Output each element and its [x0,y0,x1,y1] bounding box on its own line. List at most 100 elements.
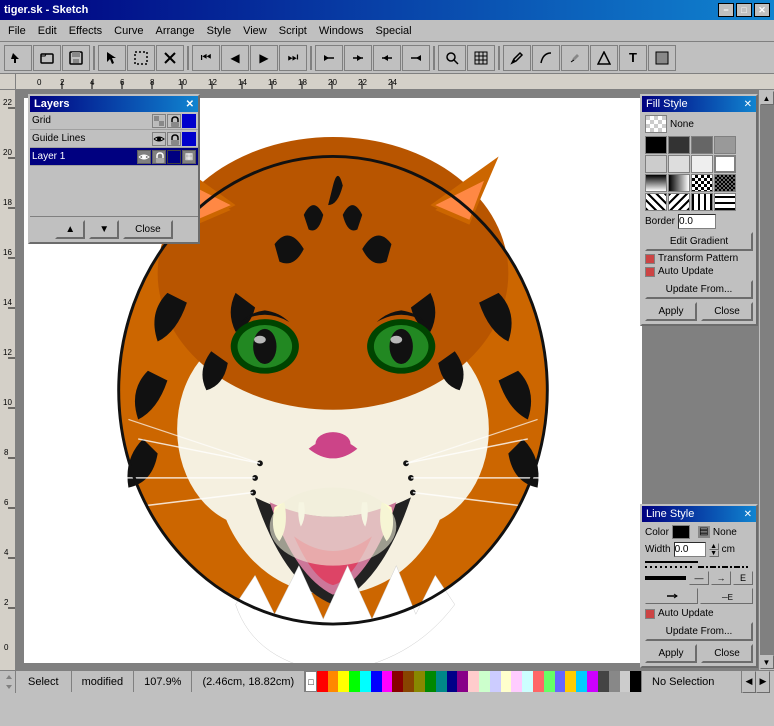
fill-border-input[interactable] [678,214,716,229]
fill-none-swatch[interactable] [645,115,667,133]
tool-open[interactable] [33,45,61,71]
tool-extra[interactable] [648,45,676,71]
tool-pencil[interactable] [561,45,589,71]
line-sample-dotted[interactable] [645,565,695,569]
fill-swatch-ltgray[interactable] [714,136,736,154]
palette-color-silver[interactable] [620,671,631,692]
palette-color-cream[interactable] [501,671,512,692]
menu-curve[interactable]: Curve [108,23,149,39]
layer1-eye-icon[interactable] [137,150,151,164]
tool-move-start[interactable] [315,45,343,71]
tool-select-rect[interactable] [127,45,155,71]
fill-swatch-stripe2[interactable] [714,193,736,211]
palette-color-pink[interactable] [468,671,479,692]
line-color-box[interactable] [672,525,690,539]
line-sample-dashdot[interactable] [698,565,748,569]
tool-text[interactable]: T [619,45,647,71]
tool-next-node[interactable]: ▶ [250,45,278,71]
line-style-close-icon[interactable]: ✕ [744,509,752,520]
minimize-button[interactable]: − [718,3,734,17]
palette-color-lightcyan[interactable] [522,671,533,692]
fill-swatch-hatch2[interactable] [668,193,690,211]
palette-color-orange[interactable] [328,671,339,692]
grid-lock-icon[interactable] [167,114,181,128]
fill-swatch-grad1[interactable] [645,174,667,192]
fill-swatch-hatch1[interactable] [645,193,667,211]
guide-lock-icon[interactable] [167,132,181,146]
layers-row-grid[interactable]: Grid [30,112,198,130]
palette-color-lime[interactable] [544,671,555,692]
line-close-btn[interactable]: Close [701,644,753,663]
fill-swatch-white[interactable] [714,155,736,173]
palette-color-gold[interactable] [565,671,576,692]
line-end-circle[interactable]: E [733,571,753,585]
menu-edit[interactable]: Edit [32,23,63,39]
fill-swatch-gray[interactable] [691,136,713,154]
palette-scroll-left[interactable]: ◀ [742,671,756,693]
fill-swatch-silver[interactable] [645,155,667,173]
palette-color-purple[interactable] [457,671,468,692]
palette-color-blue[interactable] [371,671,382,692]
layers-close-btn2[interactable]: Close [123,220,173,239]
close-window-button[interactable]: ✕ [754,3,770,17]
scroll-down-btn[interactable]: ▼ [760,655,774,669]
palette-color-salmon[interactable] [533,671,544,692]
line-width-down[interactable]: ▼ [709,550,719,557]
guide-eye-icon[interactable] [152,132,166,146]
tool-pen[interactable] [503,45,531,71]
line-width-input[interactable] [674,542,706,557]
palette-scroll-right[interactable]: ▶ [756,671,770,693]
menu-script[interactable]: Script [273,23,313,39]
fill-swatch-pattern1[interactable] [691,174,713,192]
line-end-none[interactable]: — [689,571,709,585]
palette-color-green[interactable] [349,671,360,692]
tool-grid[interactable] [467,45,495,71]
line-arrow-btn2[interactable]: ─E [700,588,753,604]
maximize-button[interactable]: □ [736,3,752,17]
fill-update-from-btn[interactable]: Update From... [645,280,753,299]
layers-row-layer1[interactable]: Layer 1 ▦ [30,148,198,166]
fill-swatch-darkgray[interactable] [668,136,690,154]
status-resize-left[interactable] [4,671,16,693]
palette-color-teal[interactable] [436,671,447,692]
palette-color-skyblue[interactable] [576,671,587,692]
line-width-up[interactable]: ▲ [709,543,719,550]
layer1-extra-icon[interactable]: ▦ [182,150,196,164]
palette-color-periwinkle[interactable] [555,671,566,692]
grid-visibility-icon[interactable] [152,114,166,128]
line-arrow-btn1[interactable] [645,588,698,604]
tool-shape[interactable] [590,45,618,71]
menu-file[interactable]: File [2,23,32,39]
fill-swatch-lightest[interactable] [691,155,713,173]
palette-color-darkred[interactable] [392,671,403,692]
line-apply-btn[interactable]: Apply [645,644,697,663]
palette-color-darkgreen[interactable] [425,671,436,692]
tool-fwd[interactable]: ⏭ [279,45,307,71]
palette-color-lavender[interactable] [511,671,522,692]
line-sample-wide[interactable] [645,575,686,581]
palette-color-darkblue[interactable] [447,671,458,692]
tool-save[interactable] [62,45,90,71]
fill-transform-label[interactable]: Transform Pattern [658,253,738,264]
fill-apply-btn[interactable]: Apply [645,302,697,321]
menu-view[interactable]: View [237,23,273,39]
palette-color-yellow[interactable] [338,671,349,692]
palette-color-brown[interactable] [403,671,414,692]
layers-new-btn[interactable]: ▲ [55,220,85,239]
fill-swatch-black[interactable] [645,136,667,154]
fill-swatch-lightgray2[interactable] [668,155,690,173]
layers-close-btn[interactable]: ✕ [186,99,194,110]
palette-color-cyan[interactable] [360,671,371,692]
palette-color-gray[interactable] [609,671,620,692]
layers-delete-btn[interactable]: ▼ [89,220,119,239]
layers-row-guide[interactable]: Guide Lines [30,130,198,148]
tool-select-arrow[interactable] [98,45,126,71]
tool-back[interactable]: ⏮ [192,45,220,71]
scroll-up-btn[interactable]: ▲ [760,91,774,105]
line-end-arrow[interactable]: → [711,571,731,585]
color-white-swatch[interactable]: □ [305,671,317,692]
fill-swatch-stripe1[interactable] [691,193,713,211]
menu-arrange[interactable]: Arrange [149,23,200,39]
tool-delete[interactable] [156,45,184,71]
line-style-dashed[interactable] [701,561,754,563]
